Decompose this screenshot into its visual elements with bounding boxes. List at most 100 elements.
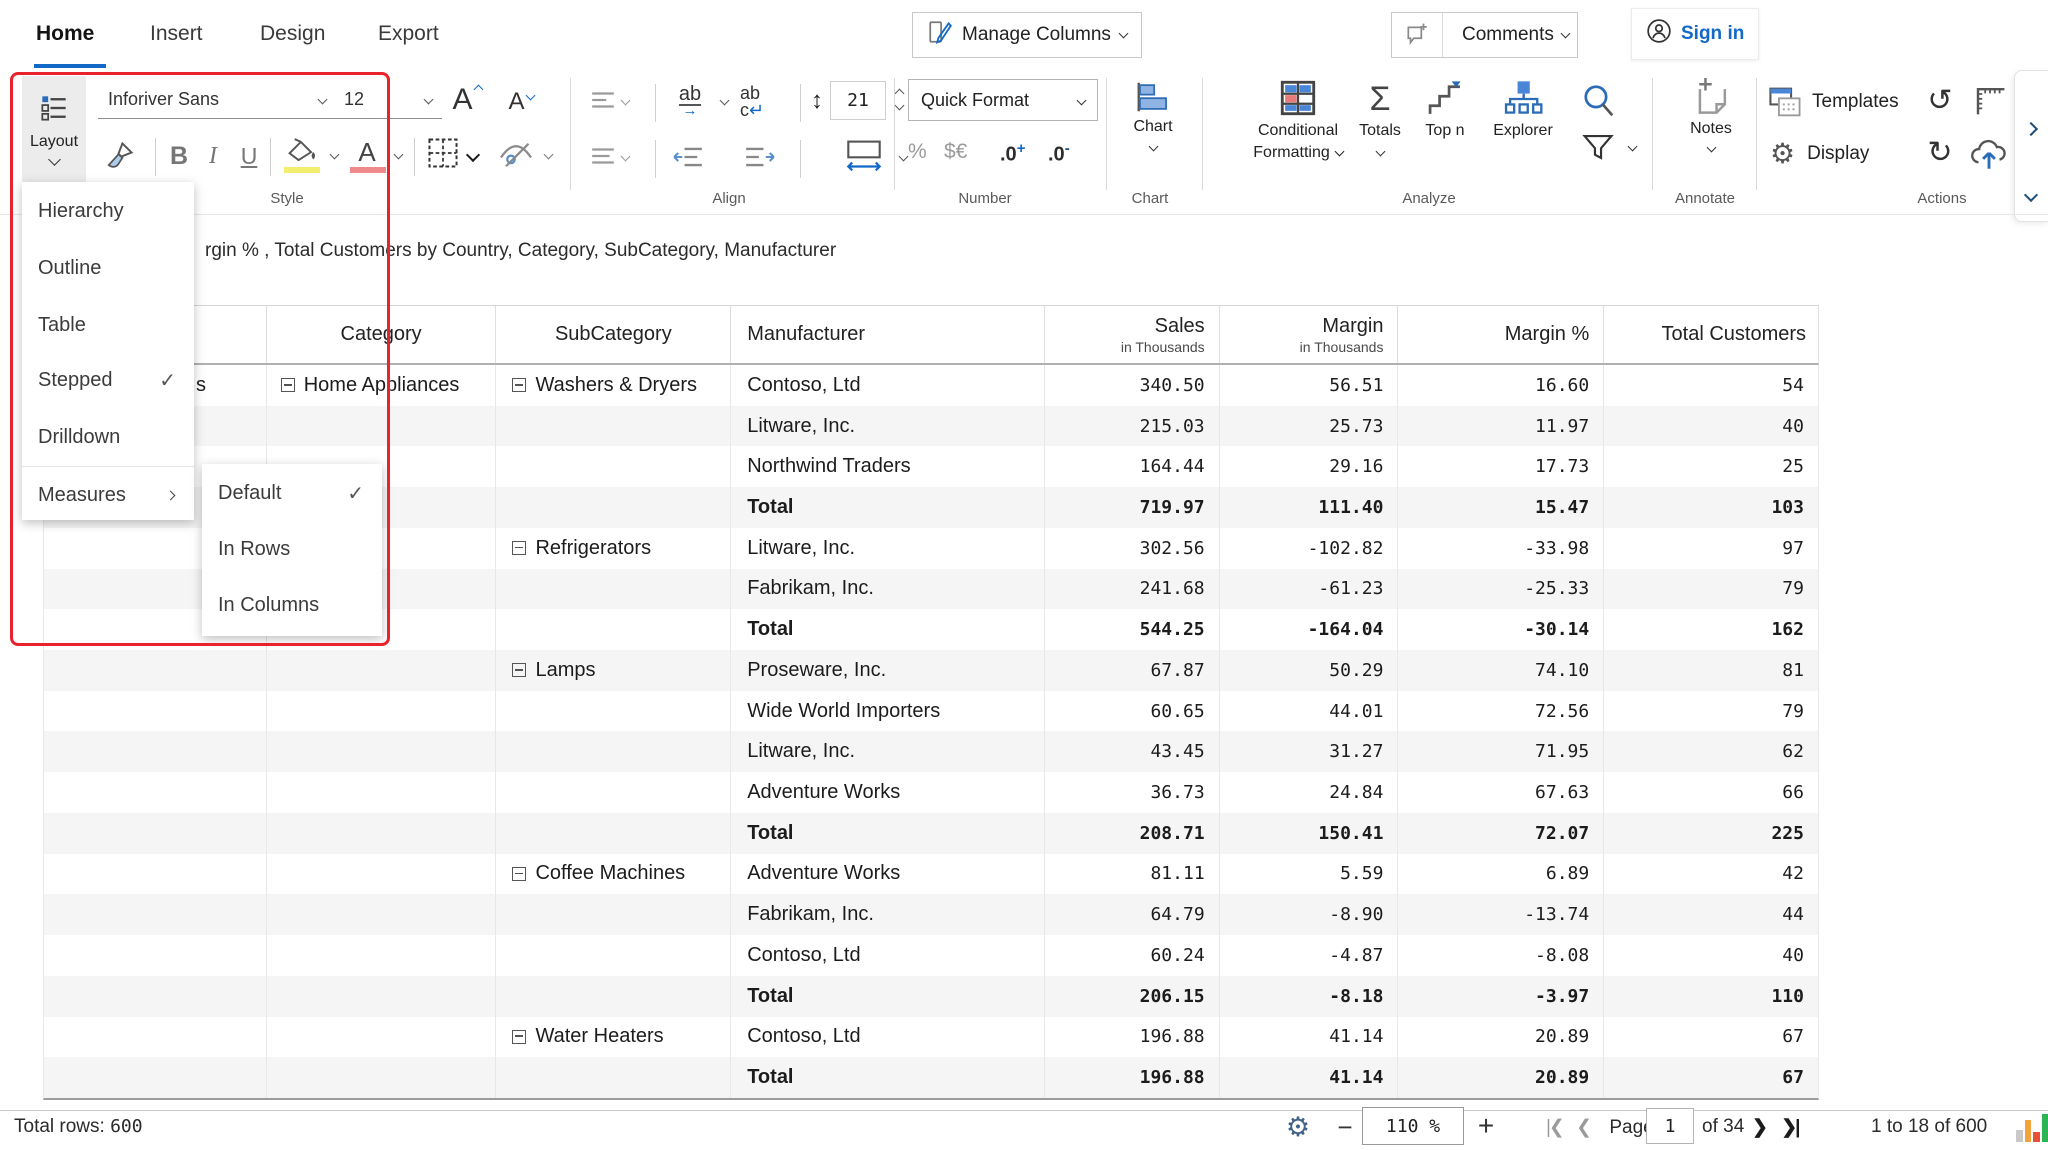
prev-page-button[interactable]: ❮ <box>1576 1117 1592 1138</box>
cell-country[interactable] <box>44 690 267 732</box>
ruler-button[interactable] <box>1970 80 2010 120</box>
cell-margin-pct[interactable]: 16.60 <box>1398 365 1605 406</box>
cell-sales[interactable]: 67.87 <box>1045 650 1220 691</box>
cell-subcategory[interactable]: Coffee Machines <box>496 853 732 895</box>
cell-subcategory[interactable]: Water Heaters <box>496 1016 732 1058</box>
collapse-icon[interactable] <box>512 378 527 393</box>
fill-color-button[interactable] <box>282 134 322 168</box>
display-button[interactable]: ⚙ Display <box>1770 136 1869 172</box>
layout-button[interactable]: Layout <box>22 76 86 182</box>
cell-sales[interactable]: 60.65 <box>1045 690 1220 732</box>
menu-item-table[interactable]: Table <box>38 310 184 340</box>
header-subcategory[interactable]: SubCategory <box>496 306 732 363</box>
cell-category[interactable] <box>267 650 497 691</box>
cell-country[interactable] <box>44 853 267 895</box>
cell-category[interactable] <box>267 853 497 895</box>
submenu-item-default[interactable]: Default ✓ <box>218 478 372 508</box>
tab-insert[interactable]: Insert <box>150 22 203 46</box>
expand-down-button[interactable] <box>2022 186 2040 204</box>
cell-sales[interactable]: 81.11 <box>1045 853 1220 895</box>
underline-button[interactable]: U <box>234 138 264 174</box>
cell-customers[interactable]: 40 <box>1604 935 1818 976</box>
borders-dropdown[interactable] <box>464 146 482 164</box>
table-row[interactable]: Total 206.15 -8.18 -3.97 110 <box>44 975 1818 1017</box>
cell-manufacturer[interactable]: Proseware, Inc. <box>731 650 1045 691</box>
page-number-input[interactable]: 1 <box>1646 1108 1694 1144</box>
cell-margin[interactable]: 41.14 <box>1220 1016 1399 1058</box>
cell-margin-pct[interactable]: 15.47 <box>1398 487 1605 528</box>
row-height-input[interactable]: 21 <box>830 81 886 120</box>
submenu-item-in-columns[interactable]: In Columns <box>218 590 372 620</box>
cell-margin[interactable]: 25.73 <box>1220 405 1399 447</box>
cell-customers[interactable]: 79 <box>1604 691 1818 732</box>
cell-manufacturer[interactable]: Fabrikam, Inc. <box>731 568 1045 610</box>
cell-margin-pct[interactable]: 20.89 <box>1398 1057 1605 1098</box>
decrease-decimal-button[interactable]: .0- <box>1048 140 1070 167</box>
cell-customers[interactable]: 54 <box>1604 365 1818 406</box>
cell-customers[interactable]: 225 <box>1604 813 1818 854</box>
filter-button[interactable] <box>1578 128 1618 166</box>
cell-category[interactable] <box>267 405 497 447</box>
zoom-level-input[interactable]: 110 % <box>1362 1107 1464 1145</box>
cell-manufacturer[interactable]: Contoso, Ltd <box>731 365 1045 406</box>
cell-margin[interactable]: 41.14 <box>1220 1057 1399 1098</box>
cell-subcategory[interactable] <box>496 690 732 732</box>
conditional-formatting-button[interactable]: Conditional Formatting <box>1240 78 1356 162</box>
table-row[interactable]: Coffee Machines Adventure Works 81.11 5.59 6… <box>44 853 1818 895</box>
cell-margin[interactable]: 150.41 <box>1220 812 1399 854</box>
cell-subcategory[interactable] <box>496 894 732 936</box>
text-overflow-button[interactable]: ab → <box>668 82 712 118</box>
cell-subcategory[interactable] <box>496 975 732 1017</box>
cell-customers[interactable]: 67 <box>1604 1017 1818 1058</box>
header-sales[interactable]: Sales in Thousands <box>1045 306 1220 363</box>
cell-manufacturer[interactable]: Litware, Inc. <box>731 731 1045 773</box>
menu-item-hierarchy[interactable]: Hierarchy <box>38 196 184 226</box>
cell-manufacturer[interactable]: Wide World Importers <box>731 690 1045 732</box>
cell-margin[interactable]: 44.01 <box>1220 690 1399 732</box>
currency-format-button[interactable]: $€ <box>944 140 967 164</box>
cell-margin-pct[interactable]: -13.74 <box>1398 894 1605 936</box>
cell-sales[interactable]: 544.25 <box>1045 609 1220 651</box>
cell-customers[interactable]: 67 <box>1604 1057 1818 1098</box>
cell-margin-pct[interactable]: 71.95 <box>1398 731 1605 773</box>
cloud-upload-button[interactable] <box>1966 132 2012 174</box>
font-color-button[interactable]: A <box>350 136 384 168</box>
templates-button[interactable]: Templates <box>1768 84 1899 120</box>
cell-sales[interactable]: 206.15 <box>1045 975 1220 1017</box>
decrease-indent-button[interactable] <box>666 142 710 172</box>
tab-home[interactable]: Home <box>36 22 94 46</box>
quick-format-dropdown[interactable]: Quick Format <box>908 79 1098 121</box>
collapse-icon[interactable] <box>512 1029 527 1044</box>
last-page-button[interactable]: ❯| <box>1781 1117 1800 1138</box>
tab-design[interactable]: Design <box>260 22 325 46</box>
cell-subcategory[interactable] <box>496 487 732 528</box>
format-painter-button[interactable] <box>100 138 138 174</box>
submenu-item-in-rows[interactable]: In Rows <box>218 534 372 564</box>
cell-sales[interactable]: 43.45 <box>1045 731 1220 773</box>
header-margin[interactable]: Margin in Thousands <box>1220 306 1399 363</box>
cell-manufacturer[interactable]: Contoso, Ltd <box>731 1016 1045 1058</box>
hide-button[interactable] <box>494 138 538 172</box>
cell-margin-pct[interactable]: -8.08 <box>1398 935 1605 976</box>
cell-customers[interactable]: 42 <box>1604 854 1818 895</box>
cell-sales[interactable]: 36.73 <box>1045 772 1220 813</box>
column-width-button[interactable] <box>838 136 890 176</box>
expand-right-button[interactable] <box>2022 120 2040 138</box>
cell-category[interactable]: Home Appliances <box>267 365 497 406</box>
cell-margin[interactable]: -164.04 <box>1220 609 1399 651</box>
cell-manufacturer[interactable]: Total <box>731 812 1045 854</box>
cell-sales[interactable]: 719.97 <box>1045 487 1220 528</box>
cell-country[interactable] <box>44 1016 267 1058</box>
cell-manufacturer[interactable]: Adventure Works <box>731 853 1045 895</box>
cell-customers[interactable]: 81 <box>1604 650 1818 691</box>
collapse-icon[interactable] <box>280 378 295 393</box>
sign-in-button[interactable]: Sign in <box>1631 8 1760 60</box>
font-color-dropdown[interactable] <box>390 146 406 162</box>
cell-margin-pct[interactable]: -25.33 <box>1398 568 1605 610</box>
cell-subcategory[interactable] <box>496 405 732 447</box>
chart-button[interactable]: Chart <box>1118 80 1188 152</box>
table-row[interactable]: Contoso, Ltd 60.24 -4.87 -8.08 40 <box>44 935 1818 976</box>
cell-margin[interactable]: 111.40 <box>1220 487 1399 528</box>
cell-margin-pct[interactable]: 67.63 <box>1398 772 1605 813</box>
menu-item-measures[interactable]: Measures <box>38 480 184 510</box>
